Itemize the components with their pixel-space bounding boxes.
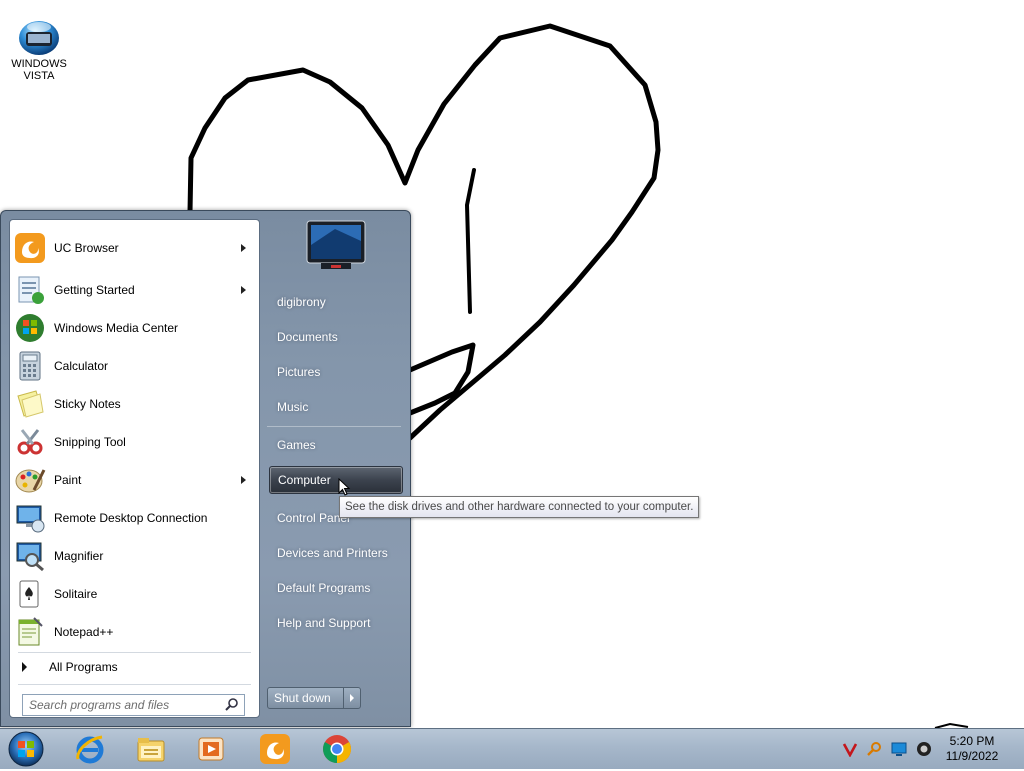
start-menu-programs-pane: UC Browser Getting Started Windows Media… bbox=[9, 219, 260, 718]
program-remote-desktop-connection[interactable]: Remote Desktop Connection bbox=[12, 500, 256, 536]
shutdown-button[interactable]: Shut down bbox=[268, 688, 344, 708]
notepadpp-icon bbox=[14, 616, 46, 648]
chrome-icon bbox=[323, 735, 351, 763]
shutdown-options-button[interactable] bbox=[344, 688, 360, 708]
place-help-and-support[interactable]: Help and Support bbox=[269, 609, 403, 637]
triangle-right-icon bbox=[22, 662, 27, 672]
mouse-cursor-icon bbox=[338, 478, 351, 496]
computer-tooltip: See the disk drives and other hardware c… bbox=[339, 496, 700, 518]
clock-date: 11/9/2022 bbox=[945, 749, 999, 763]
program-calculator[interactable]: Calculator bbox=[12, 348, 256, 384]
windows-vista-globe-icon bbox=[16, 12, 62, 58]
place-devices-and-printers[interactable]: Devices and Printers bbox=[269, 539, 403, 567]
taskbar-chrome[interactable] bbox=[309, 731, 365, 767]
uc-browser-icon bbox=[260, 734, 290, 764]
taskbar-windows-explorer[interactable] bbox=[123, 731, 179, 767]
all-programs-button[interactable]: All Programs bbox=[18, 654, 254, 680]
media-player-icon bbox=[198, 737, 224, 761]
paint-icon bbox=[14, 464, 46, 496]
submenu-arrow-icon[interactable] bbox=[241, 476, 246, 484]
taskbar-uc-browser[interactable] bbox=[247, 731, 303, 767]
separator bbox=[267, 426, 401, 427]
user-account-picture[interactable] bbox=[305, 215, 367, 277]
place-pictures[interactable]: Pictures bbox=[269, 358, 403, 386]
program-sticky-notes[interactable]: Sticky Notes bbox=[12, 386, 256, 422]
program-magnifier[interactable]: Magnifier bbox=[12, 538, 256, 574]
magnifier-icon bbox=[14, 540, 46, 572]
taskbar-media-player[interactable] bbox=[183, 731, 239, 767]
place-games[interactable]: Games bbox=[269, 431, 403, 459]
start-button[interactable] bbox=[6, 730, 46, 768]
start-menu: UC Browser Getting Started Windows Media… bbox=[0, 210, 411, 727]
getting-started-icon bbox=[14, 274, 46, 306]
all-programs-label: All Programs bbox=[49, 660, 118, 674]
media-center-icon bbox=[14, 312, 46, 344]
windows-orb-icon bbox=[8, 731, 44, 767]
shutdown-button-group: Shut down bbox=[267, 687, 361, 709]
search-key-icon[interactable] bbox=[866, 741, 882, 757]
submenu-arrow-icon[interactable] bbox=[241, 286, 246, 294]
v-shield-icon[interactable] bbox=[842, 741, 858, 757]
place-default-programs[interactable]: Default Programs bbox=[269, 574, 403, 602]
uc-browser-icon bbox=[14, 232, 46, 264]
separator bbox=[18, 684, 251, 685]
taskbar-internet-explorer[interactable] bbox=[62, 731, 118, 767]
system-clock[interactable]: 5:20 PM 11/9/2022 bbox=[940, 734, 1004, 764]
separator bbox=[18, 652, 251, 653]
program-notepadpp[interactable]: Notepad++ bbox=[12, 614, 256, 650]
display-icon[interactable] bbox=[891, 741, 907, 757]
program-paint[interactable]: Paint bbox=[12, 462, 256, 498]
search-icon[interactable] bbox=[224, 697, 240, 713]
solitaire-icon bbox=[14, 578, 46, 610]
program-uc-browser[interactable]: UC Browser bbox=[12, 230, 256, 266]
remote-desktop-icon bbox=[14, 502, 46, 534]
program-getting-started[interactable]: Getting Started bbox=[12, 272, 256, 308]
calculator-icon bbox=[14, 350, 46, 382]
snipping-tool-icon bbox=[14, 426, 46, 458]
desktop-icon-label: WINDOWS VISTA bbox=[11, 58, 67, 82]
internet-explorer-icon bbox=[76, 735, 104, 764]
program-snipping-tool[interactable]: Snipping Tool bbox=[12, 424, 256, 460]
program-windows-media-center[interactable]: Windows Media Center bbox=[12, 310, 256, 346]
search-box[interactable] bbox=[22, 694, 245, 716]
place-music[interactable]: Music bbox=[269, 393, 403, 421]
chevron-right-icon bbox=[350, 694, 354, 702]
place-documents[interactable]: Documents bbox=[269, 323, 403, 351]
search-input[interactable] bbox=[23, 698, 224, 712]
volume-icon[interactable] bbox=[916, 741, 932, 757]
sticky-notes-icon bbox=[14, 388, 46, 420]
taskbar: 5:20 PM 11/9/2022 bbox=[0, 728, 1024, 769]
place-computer[interactable]: Computer bbox=[269, 466, 403, 494]
place-digibrony[interactable]: digibrony bbox=[269, 288, 403, 316]
clock-time: 5:20 PM bbox=[949, 734, 995, 748]
submenu-arrow-icon[interactable] bbox=[241, 244, 246, 252]
desktop-icon-windows-vista[interactable]: WINDOWS VISTA bbox=[6, 12, 72, 82]
windows-explorer-icon bbox=[137, 738, 165, 762]
program-solitaire[interactable]: Solitaire bbox=[12, 576, 256, 612]
